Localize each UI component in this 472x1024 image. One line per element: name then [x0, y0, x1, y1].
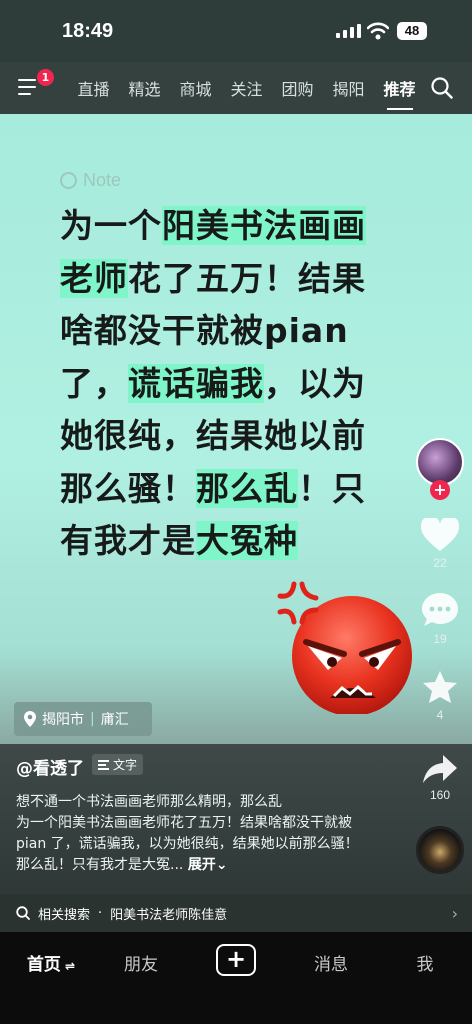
overlay-text-highlight: 那么乱 [196, 468, 298, 508]
like-count: 22 [433, 556, 447, 570]
angry-face-emoji-icon [277, 581, 412, 714]
cellular-signal-icon [336, 24, 361, 38]
overlay-text-segment: 她很纯，结果她以前 [60, 416, 366, 455]
note-label: Note [60, 170, 121, 191]
text-lines-icon [98, 759, 109, 770]
overlay-text-line: 为一个阳美书法画画 [60, 200, 400, 253]
heart-icon [420, 515, 460, 551]
overlay-text-segment: 了， [60, 363, 128, 403]
overlay-text-line: 那么骚！那么乱！只 [60, 463, 400, 516]
overlay-text-segment: 那么骚！ [60, 468, 196, 508]
overlay-text-segment: ！只 [298, 468, 366, 508]
tab-group-buy[interactable]: 团购 [272, 76, 323, 110]
favorite-action[interactable]: 4 [414, 670, 466, 722]
notification-badge: 1 [37, 69, 54, 86]
tab-mall[interactable]: 商城 [170, 76, 221, 110]
search-icon [16, 906, 30, 920]
video-overlay-text: 为一个阳美书法画画 老师花了五万！结果 啥都没干就被pian 了，谎话骗我，以为 她很纯… [60, 200, 400, 568]
share-arrow-icon [423, 755, 457, 783]
top-tabs: 直播 精选 商城 关注 团购 揭阳 推荐 [68, 76, 425, 110]
bottom-nav: 首页 ⇌ 朋友 + 消息 我 [0, 932, 472, 1024]
favorite-count: 4 [436, 708, 444, 722]
overlay-text-line: 有我才是大冤种 [60, 515, 400, 568]
battery-icon: 48 [397, 22, 427, 40]
like-action[interactable]: 22 [414, 515, 466, 570]
overlay-text-segment: ，以为 [264, 363, 366, 403]
overlay-text-segment: 花了五万！结果 [128, 258, 366, 298]
overlay-text-line: 了，谎话骗我，以为 [60, 358, 400, 411]
chevron-right-icon: › [451, 904, 458, 923]
top-nav: 1 直播 精选 商城 关注 团购 揭阳 推荐 [0, 62, 472, 114]
related-search-bar[interactable]: 相关搜索 · 阳美书法老师陈佳意 › [0, 894, 472, 932]
overlay-text-highlight: 大冤种 [196, 521, 298, 560]
share-action[interactable]: 160 [420, 754, 460, 802]
nav-friends[interactable]: 朋友 [106, 950, 176, 975]
overlay-text-segment: 啥都没干就被pian [60, 311, 349, 350]
author-name[interactable]: @看透了 [16, 754, 84, 779]
comment-action[interactable]: 19 [414, 592, 466, 646]
video-description[interactable]: 想不通一个书法画画老师那么精明，那么乱 为一个阳美书法画画老师花了五万！结果啥都… [16, 792, 361, 876]
overlay-text-segment: 有我才是 [60, 521, 196, 560]
tab-live[interactable]: 直播 [68, 76, 119, 110]
expand-button[interactable]: 展开⌄ [188, 857, 228, 873]
location-separator: | [90, 711, 95, 727]
wifi-icon [367, 22, 389, 40]
note-circle-icon [60, 172, 77, 189]
location-district: 庯汇 [100, 712, 129, 728]
overlay-text-highlight: 阳美书法画画 [162, 206, 366, 245]
nav-me[interactable]: 我 [390, 950, 460, 975]
overlay-text-highlight: 谎话骗我 [128, 363, 264, 403]
tab-recommend[interactable]: 推荐 [374, 76, 425, 110]
nav-messages[interactable]: 消息 [296, 950, 366, 975]
location-city: 揭阳市 [42, 712, 84, 728]
author-avatar[interactable] [416, 438, 464, 486]
status-bar: 18:49 48 [0, 0, 472, 62]
related-search-dot: · [98, 905, 103, 921]
overlay-text-segment: 为一个 [60, 206, 162, 245]
search-icon[interactable] [431, 77, 453, 99]
video-content[interactable]: Note 为一个阳美书法画画 老师花了五万！结果 啥都没干就被pian 了，谎话骗我，… [0, 114, 472, 744]
menu-icon[interactable] [18, 79, 38, 100]
status-time: 18:49 [62, 20, 114, 42]
create-plus-button[interactable]: + [216, 944, 256, 976]
overlay-text-line: 她很纯，结果她以前 [60, 410, 400, 463]
related-search-prefix: 相关搜索 [38, 907, 91, 923]
star-icon [423, 671, 457, 703]
music-disc[interactable] [416, 826, 464, 874]
tab-local[interactable]: 揭阳 [323, 76, 374, 110]
location-tag[interactable]: 揭阳市 | 庯汇 [14, 702, 152, 736]
related-search-query: 阳美书法老师陈佳意 [110, 907, 228, 923]
overlay-text-line: 老师花了五万！结果 [60, 253, 400, 306]
overlay-text-highlight: 老师 [60, 258, 128, 298]
overlay-text-line: 啥都没干就被pian [60, 305, 400, 358]
comment-icon [422, 593, 458, 626]
location-pin-icon [24, 711, 36, 727]
content-type-tag: 文字 [92, 754, 144, 775]
share-count: 160 [429, 788, 451, 802]
follow-plus-icon[interactable]: + [430, 480, 450, 500]
tab-featured[interactable]: 精选 [119, 76, 170, 110]
nav-home[interactable]: 首页 ⇌ [16, 950, 86, 975]
comment-count: 19 [433, 632, 447, 646]
refresh-arrows-icon: ⇌ [60, 959, 76, 973]
tab-following[interactable]: 关注 [221, 76, 272, 110]
